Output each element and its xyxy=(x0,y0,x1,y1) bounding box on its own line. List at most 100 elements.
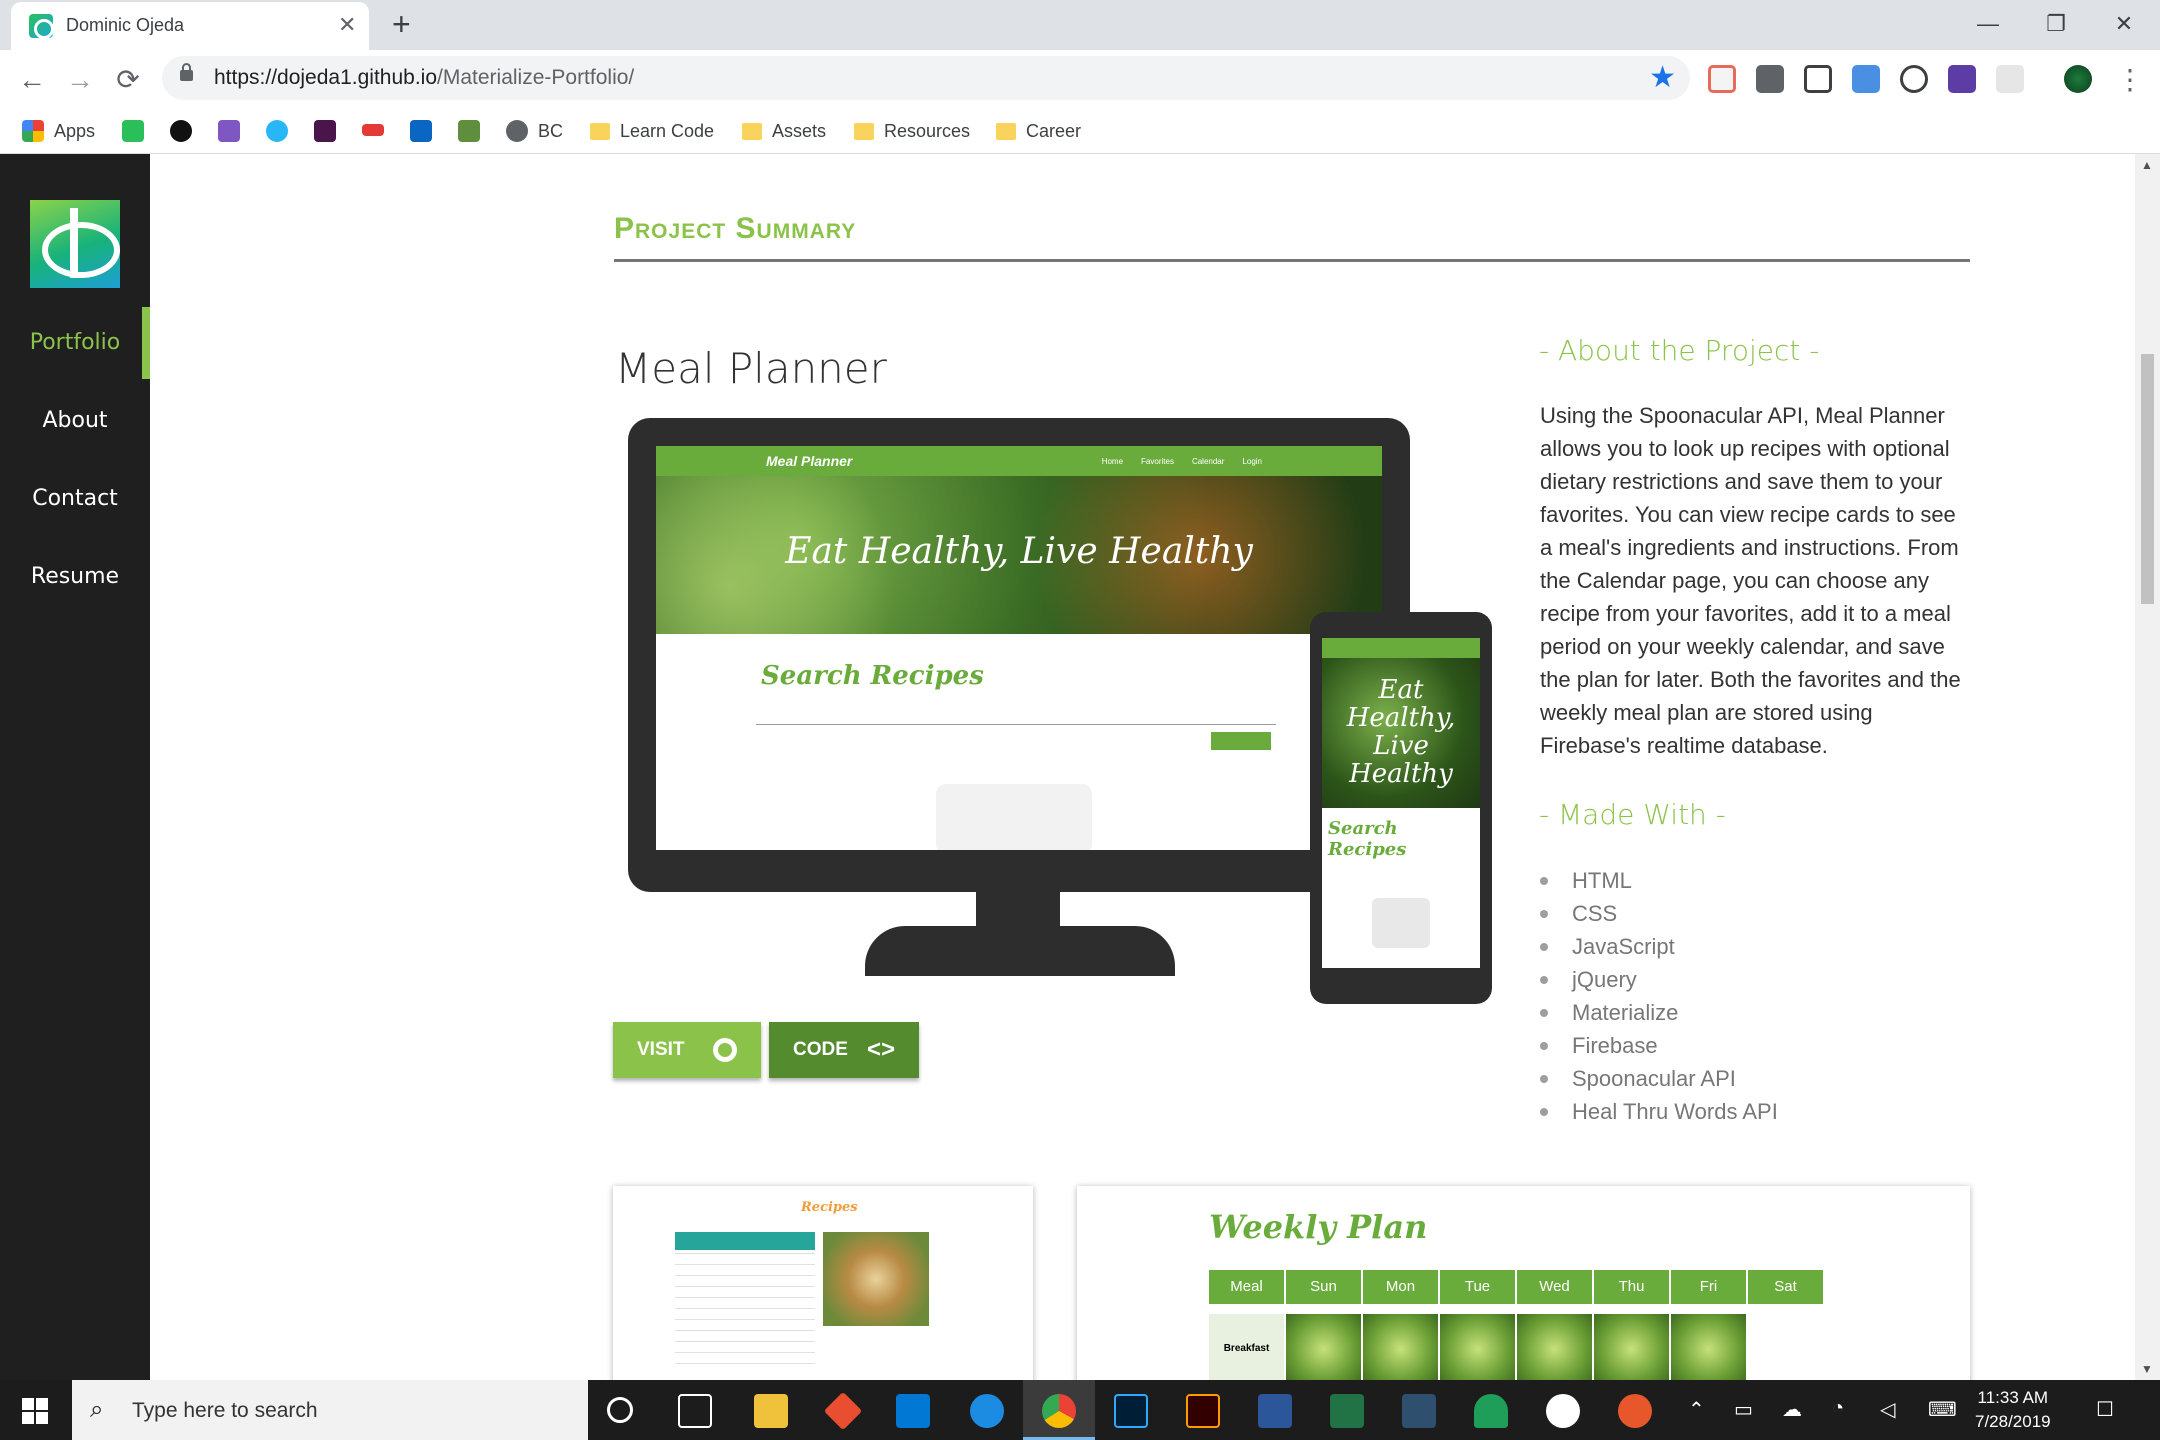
forward-button[interactable]: → xyxy=(60,60,100,100)
photoshop-icon[interactable] xyxy=(1114,1394,1148,1428)
profile-avatar[interactable] xyxy=(2064,65,2092,93)
day-header: Fri xyxy=(1671,1270,1746,1304)
page-scrollbar[interactable]: ▲ ▼ xyxy=(2135,154,2160,1380)
github-icon[interactable] xyxy=(170,120,192,142)
list-item: jQuery xyxy=(1540,963,1778,996)
extension-icon[interactable] xyxy=(1708,65,1736,93)
clock-date: 7/28/2019 xyxy=(1975,1412,2051,1431)
bookmark-label: BC xyxy=(538,120,564,141)
notifications-icon[interactable]: ☐ xyxy=(2096,1397,2114,1422)
excel-icon[interactable] xyxy=(1330,1394,1364,1428)
back-button[interactable]: ← xyxy=(12,60,52,100)
scroll-up-arrow-icon[interactable]: ▲ xyxy=(2141,158,2153,172)
postman-icon[interactable] xyxy=(1618,1394,1652,1428)
gitkraken-icon[interactable] xyxy=(1474,1394,1508,1428)
json-extension-icon[interactable] xyxy=(1900,65,1928,93)
mockup-nav-links: Home Favorites Calendar Login xyxy=(1102,457,1262,466)
phone-screen: Eat Healthy, Live Healthy Search Recipes xyxy=(1322,638,1480,968)
onedrive-icon[interactable]: ☁ xyxy=(1782,1397,1802,1422)
scroll-down-arrow-icon[interactable]: ▼ xyxy=(2141,1362,2153,1376)
linkedin-icon[interactable] xyxy=(410,120,432,142)
clock-time: 11:33 AM xyxy=(1977,1388,2049,1407)
code-button[interactable]: CODE <> xyxy=(769,1022,919,1078)
windows-start-icon[interactable] xyxy=(22,1398,48,1424)
bookmark-label: Assets xyxy=(772,120,827,141)
wifi-icon[interactable]: ◔ xyxy=(1832,1397,1844,1420)
mockup-hero: Eat Healthy, Live Healthy xyxy=(656,476,1382,634)
search-icon: ⌕ xyxy=(90,1396,104,1423)
chrome-icon[interactable] xyxy=(1042,1394,1076,1428)
address-bar[interactable]: https://dojeda1.github.io/Materialize-Po… xyxy=(162,56,1690,100)
sidebar-item-contact[interactable]: Contact xyxy=(0,486,150,511)
bookmark-folder-learn-code[interactable]: Learn Code xyxy=(590,116,714,146)
todo-extension-icon[interactable] xyxy=(1948,65,1976,93)
eyedropper-extension-icon[interactable] xyxy=(1756,65,1784,93)
folder-icon xyxy=(996,122,1016,140)
illustrator-icon[interactable] xyxy=(1186,1394,1220,1428)
bookmark-site-icon[interactable] xyxy=(362,124,384,136)
shopify-icon[interactable] xyxy=(458,120,480,142)
mockup-navbar: Meal Planner Home Favorites Calendar Log… xyxy=(656,446,1382,476)
sync-extension-icon[interactable] xyxy=(1852,65,1880,93)
bookmark-star-icon[interactable]: ★ xyxy=(1649,60,1676,96)
keyboard-icon[interactable]: ⌨ xyxy=(1928,1397,1957,1422)
mysql-workbench-icon[interactable] xyxy=(1402,1394,1436,1428)
edge-icon[interactable] xyxy=(970,1394,1004,1428)
scrollbar-thumb[interactable] xyxy=(2141,354,2154,604)
url-host: https://dojeda1.github.io xyxy=(214,66,438,89)
slack-icon[interactable] xyxy=(1546,1394,1580,1428)
project-title: Meal Planner xyxy=(615,344,887,393)
browser-tab[interactable]: Dominic Ojeda ✕ xyxy=(11,2,369,50)
word-icon[interactable] xyxy=(1258,1394,1292,1428)
cortana-icon[interactable] xyxy=(607,1397,633,1423)
recipes-screenshot-title: Recipes xyxy=(801,1200,858,1215)
bookmark-folder-career[interactable]: Career xyxy=(996,116,1081,146)
bookmark-label: Apps xyxy=(54,120,96,141)
site-logo[interactable] xyxy=(30,200,120,288)
restore-window-button[interactable]: ❐ xyxy=(2026,6,2086,42)
folder-icon xyxy=(590,122,610,140)
new-tab-button[interactable]: + xyxy=(392,6,411,42)
battery-icon[interactable]: ▭ xyxy=(1734,1397,1753,1422)
list-item: HTML xyxy=(1540,864,1778,897)
file-explorer-icon[interactable] xyxy=(754,1394,788,1428)
url-path: /Materialize-Portfolio/ xyxy=(437,66,635,89)
mockup-hero-text: Eat Healthy, Live Healthy xyxy=(785,531,1253,572)
sidebar-item-resume[interactable]: Resume xyxy=(0,564,150,589)
sidebar-item-about[interactable]: About xyxy=(0,408,150,433)
mockup-nav-link: Home xyxy=(1101,456,1124,466)
system-clock[interactable]: 11:33 AM 7/28/2019 xyxy=(1975,1386,2051,1434)
browser-menu-icon[interactable]: ⋮ xyxy=(2116,60,2144,100)
monitor-mockup: Meal Planner Home Favorites Calendar Log… xyxy=(628,418,1410,892)
minimize-window-button[interactable]: — xyxy=(1958,6,2018,42)
screenshot-extension-icon[interactable] xyxy=(1804,65,1832,93)
day-header: Tue xyxy=(1440,1270,1515,1304)
git-icon[interactable] xyxy=(823,1391,863,1431)
bookmark-site-icon[interactable] xyxy=(266,120,288,142)
bookmark-bc[interactable]: BC xyxy=(506,116,563,146)
sidebar-item-portfolio[interactable]: Portfolio xyxy=(0,330,150,355)
bookmark-apps[interactable]: Apps xyxy=(22,116,95,146)
slack-icon[interactable] xyxy=(314,120,336,142)
heroku-icon[interactable] xyxy=(218,120,240,142)
close-window-button[interactable]: ✕ xyxy=(2094,6,2154,42)
volume-icon[interactable]: ◁ xyxy=(1880,1397,1895,1422)
weekly-plan-row: Breakfast xyxy=(1209,1314,1746,1384)
vscode-icon[interactable] xyxy=(896,1394,930,1428)
visit-button[interactable]: VISIT xyxy=(613,1022,761,1078)
taskbar-search-placeholder: Type here to search xyxy=(132,1399,318,1422)
taskbar-search-box[interactable]: ⌕ Type here to search xyxy=(72,1380,588,1440)
task-view-icon[interactable] xyxy=(678,1394,712,1428)
windows-taskbar: ⌕ Type here to search ⌃ ▭ ☁ ◔ ◁ ⌨ 11:33 … xyxy=(0,1380,2160,1440)
close-tab-icon[interactable]: ✕ xyxy=(338,12,356,38)
portfolio-bookmark-icon[interactable] xyxy=(122,120,144,142)
made-with-list: HTML CSS JavaScript jQuery Materialize F… xyxy=(1540,864,1778,1128)
recipes-list-image xyxy=(675,1232,815,1372)
mockup-search-title: Search Recipes xyxy=(761,661,984,691)
extension-icon[interactable] xyxy=(1996,65,2024,93)
bookmark-folder-resources[interactable]: Resources xyxy=(854,116,970,146)
reload-button[interactable]: ⟳ xyxy=(108,60,148,100)
bookmark-folder-assets[interactable]: Assets xyxy=(742,116,826,146)
globe-icon xyxy=(713,1038,737,1062)
show-hidden-icons-chevron-icon[interactable]: ⌃ xyxy=(1688,1397,1705,1422)
